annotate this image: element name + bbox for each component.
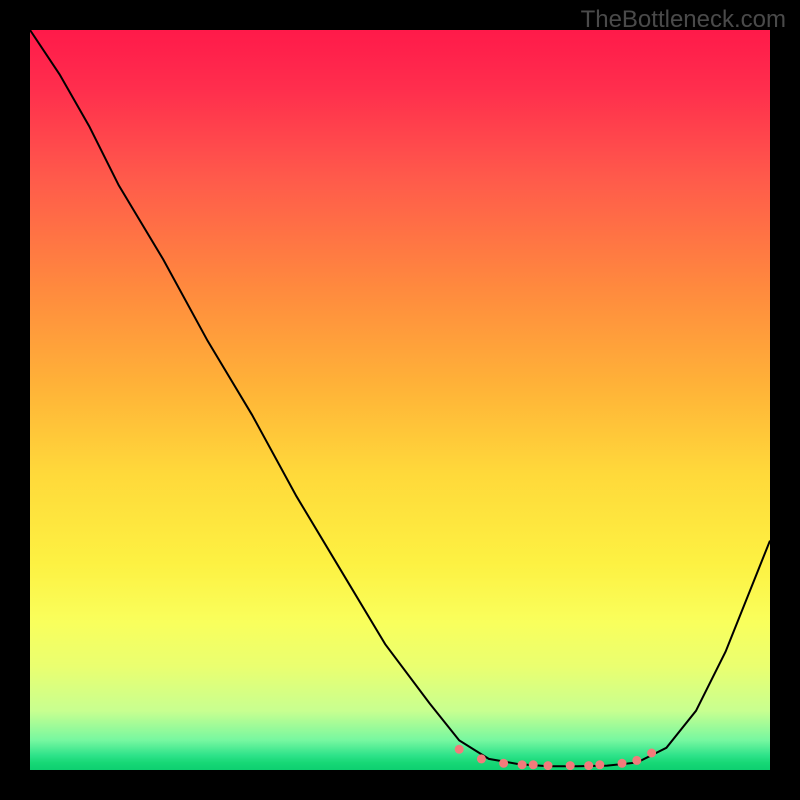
scatter-dot [566,761,575,770]
scatter-dot [544,761,553,770]
scatter-dot [518,760,527,769]
scatter-dot [618,759,627,768]
scatter-dot [647,749,656,758]
scatter-dot [632,756,641,765]
scatter-dot [477,754,486,763]
scatter-dot [499,759,508,768]
scatter-dot [584,761,593,770]
scatter-dot [595,760,604,769]
chart-line [30,30,770,766]
scatter-dot [455,745,464,754]
chart-svg [30,30,770,770]
watermark-text: TheBottleneck.com [581,6,786,34]
scatter-dot [529,760,538,769]
chart-plot-area [30,30,770,770]
